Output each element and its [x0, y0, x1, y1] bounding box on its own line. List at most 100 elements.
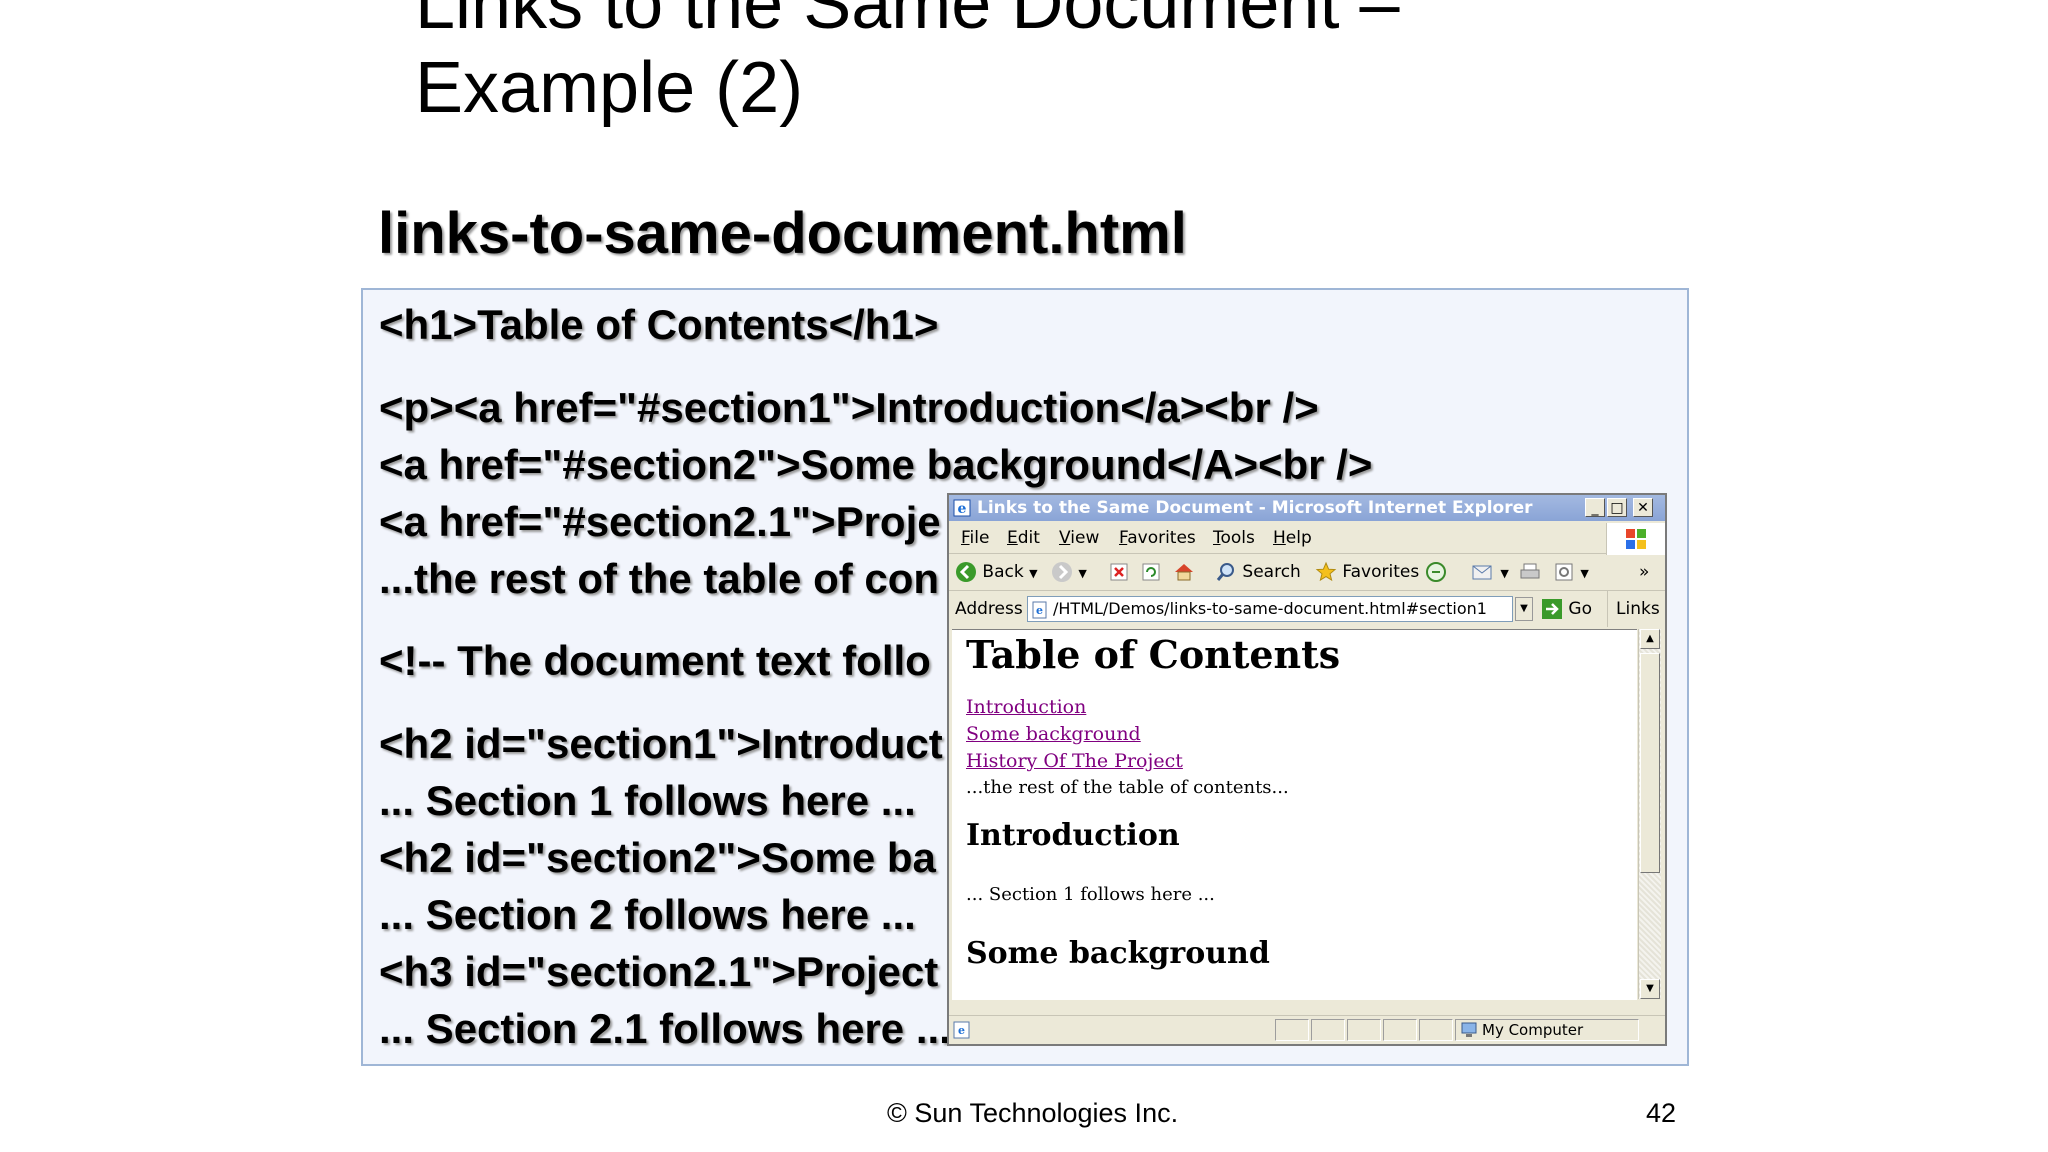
star-icon: [1315, 561, 1337, 582]
link-history[interactable]: History Of The Project: [966, 750, 1183, 772]
chevron-down-icon: ▼: [1078, 567, 1087, 580]
stop-button[interactable]: [1109, 554, 1129, 590]
go-label: Go: [1568, 599, 1592, 619]
edit-icon: [1555, 563, 1573, 581]
page-icon: e: [1032, 601, 1047, 618]
status-zone: My Computer: [1455, 1019, 1639, 1041]
close-button[interactable]: ✕: [1633, 498, 1653, 517]
status-cell: [1275, 1019, 1309, 1041]
toc-rest-text: ...the rest of the table of contents...: [966, 777, 1289, 798]
toolbar-overflow[interactable]: »: [1639, 554, 1649, 590]
media-icon: [1426, 562, 1446, 582]
search-icon: [1216, 563, 1234, 581]
home-icon: [1175, 564, 1193, 581]
status-cell: [1419, 1019, 1453, 1041]
browser-window: e Links to the Same Document - Microsoft…: [947, 493, 1667, 1046]
code-line: <h2 id="section2">Some ba: [379, 834, 936, 881]
standard-toolbar: Back ▼ ▼ Search Favorites ▼ ▼ »: [949, 554, 1665, 591]
code-line: ... Section 2.1 follows here ...: [379, 1005, 951, 1052]
favorites-label: Favorites: [1342, 562, 1420, 582]
vertical-scrollbar[interactable]: ▲ ▼: [1638, 629, 1661, 999]
page-number: 42: [1646, 1098, 1677, 1128]
link-background[interactable]: Some background: [966, 723, 1141, 745]
code-line: <a href="#section2">Some background</A><…: [379, 441, 1373, 488]
search-label: Search: [1242, 562, 1301, 582]
chevron-down-icon: ▼: [1580, 567, 1589, 580]
code-line: ... Section 2 follows here ...: [379, 891, 916, 938]
status-cell: [1347, 1019, 1381, 1041]
favorites-button[interactable]: Favorites: [1315, 554, 1419, 590]
page-content: Table of Contents Introduction Some back…: [952, 629, 1637, 1000]
address-value: /HTML/Demos/links-to-same-document.html#…: [1053, 599, 1487, 618]
search-button[interactable]: Search: [1215, 554, 1301, 590]
file-heading: links-to-same-document.html: [378, 201, 1187, 266]
address-input[interactable]: e /HTML/Demos/links-to-same-document.htm…: [1027, 596, 1513, 622]
menu-help[interactable]: Help: [1273, 523, 1312, 553]
address-label: Address: [955, 599, 1023, 619]
page-heading: Table of Contents: [966, 632, 1341, 677]
back-label: Back: [982, 562, 1024, 582]
section-heading-introduction: Introduction: [966, 818, 1180, 853]
ie-logo-icon: e: [953, 499, 971, 517]
section-heading-background: Some background: [966, 936, 1270, 971]
maximize-button[interactable]: □: [1607, 498, 1627, 517]
chevron-down-icon: ▼: [1500, 567, 1509, 580]
link-introduction[interactable]: Introduction: [966, 696, 1086, 718]
computer-icon: [1461, 1022, 1477, 1037]
menu-favorites[interactable]: Favorites: [1119, 523, 1196, 553]
scroll-down-icon[interactable]: ▼: [1640, 979, 1660, 999]
refresh-button[interactable]: [1141, 554, 1161, 590]
zone-label: My Computer: [1482, 1021, 1584, 1039]
stop-icon: [1110, 563, 1128, 581]
refresh-icon: [1142, 563, 1160, 581]
menu-tools[interactable]: Tools: [1213, 523, 1255, 553]
back-button[interactable]: Back ▼: [955, 554, 1038, 592]
forward-arrow-icon: [1052, 562, 1072, 582]
page-status-icon: e: [953, 1021, 970, 1039]
code-line: <!-- The document text follo: [379, 637, 931, 684]
slide-title-line2: Example (2): [415, 48, 804, 128]
mail-button[interactable]: ▼: [1471, 554, 1509, 592]
menu-file[interactable]: File: [961, 523, 989, 553]
minimize-button[interactable]: _: [1585, 498, 1605, 517]
svg-text:e: e: [958, 501, 967, 517]
svg-text:e: e: [1036, 604, 1043, 617]
address-dropdown-icon[interactable]: ▼: [1515, 597, 1533, 621]
status-bar: e My Computer: [949, 1015, 1665, 1044]
go-button[interactable]: Go: [1541, 591, 1592, 627]
chevron-down-icon: ▼: [1029, 567, 1038, 580]
menu-bar: File Edit View Favorites Tools Help: [949, 523, 1665, 554]
slide-title: Links to the Same Document – Example (2): [415, 0, 1615, 130]
print-button[interactable]: [1519, 554, 1541, 590]
media-button[interactable]: [1425, 554, 1447, 590]
slide-title-line1: Links to the Same Document –: [415, 0, 1400, 44]
edit-button[interactable]: ▼: [1553, 554, 1589, 592]
window-titlebar[interactable]: e Links to the Same Document - Microsoft…: [949, 495, 1665, 521]
links-button[interactable]: Links: [1607, 591, 1660, 627]
code-line: ...the rest of the table of con: [379, 555, 940, 602]
menu-view[interactable]: View: [1059, 523, 1099, 553]
go-arrow-icon: [1542, 599, 1562, 619]
footer-copyright: © Sun Technologies Inc.: [887, 1098, 1179, 1128]
address-bar: Address e /HTML/Demos/links-to-same-docu…: [949, 591, 1665, 627]
code-line: <h3 id="section2.1">Project: [379, 948, 939, 995]
svg-text:e: e: [958, 1024, 965, 1037]
code-line: <h1>Table of Contents</h1>: [379, 301, 939, 348]
code-line: <h2 id="section1">Introduct: [379, 720, 943, 767]
status-cell: [1383, 1019, 1417, 1041]
window-title: Links to the Same Document - Microsoft I…: [977, 498, 1533, 518]
forward-button[interactable]: ▼: [1051, 554, 1087, 592]
scroll-up-icon[interactable]: ▲: [1640, 629, 1660, 649]
home-button[interactable]: [1173, 554, 1195, 590]
code-line: ... Section 1 follows here ...: [379, 777, 916, 824]
back-arrow-icon: [956, 562, 976, 582]
section1-text: ... Section 1 follows here ...: [966, 884, 1215, 905]
scroll-thumb[interactable]: [1640, 653, 1660, 873]
menu-edit[interactable]: Edit: [1007, 523, 1040, 553]
printer-icon: [1520, 563, 1540, 579]
code-line: <p><a href="#section1">Introduction</a><…: [379, 384, 1319, 431]
status-cell: [1311, 1019, 1345, 1041]
windows-flag-icon: [1606, 523, 1665, 555]
mail-icon: [1472, 565, 1492, 580]
code-line: <a href="#section2.1">Proje: [379, 498, 941, 545]
